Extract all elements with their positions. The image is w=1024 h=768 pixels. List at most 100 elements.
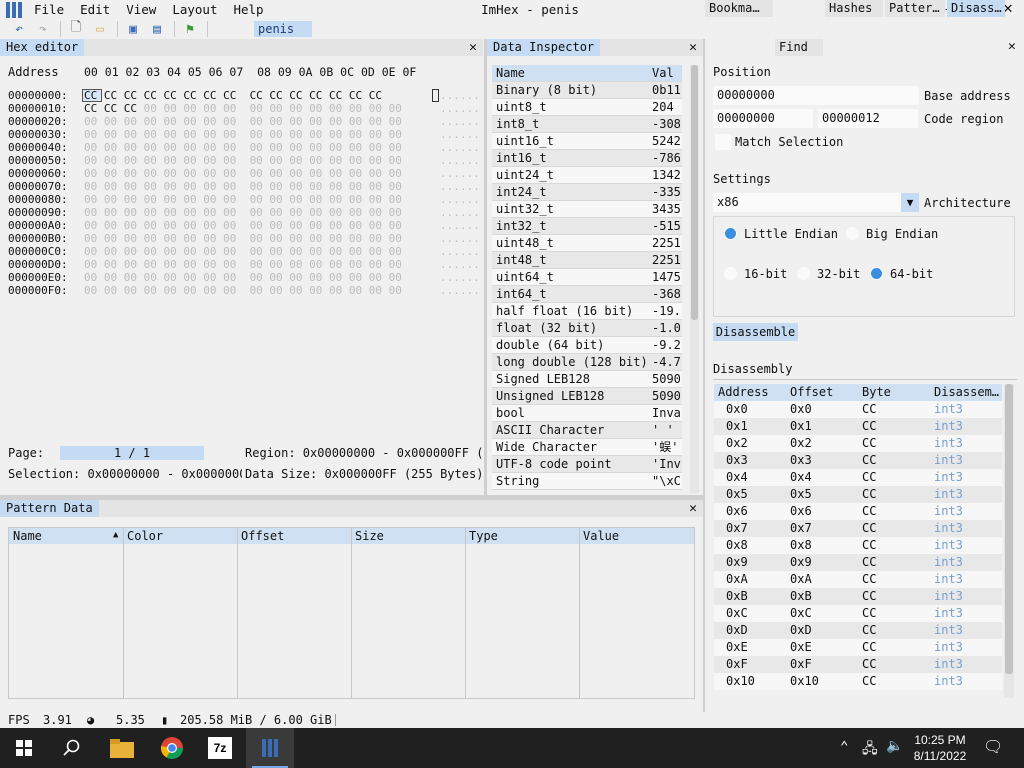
hex-row[interactable]: 000000E0: 00 00 00 00 00 00 00 00 00 00 0… xyxy=(8,271,480,284)
menu-edit[interactable]: Edit xyxy=(80,2,110,17)
inspector-row[interactable]: Signed LEB128 5090 xyxy=(492,371,682,388)
close-hex-editor-icon[interactable]: ✕ xyxy=(469,39,477,56)
hex-row[interactable]: 00000080: 00 00 00 00 00 00 00 00 00 00 0… xyxy=(8,193,480,206)
inspector-scroll-thumb[interactable] xyxy=(691,65,698,320)
disassembly-row[interactable]: 0x4 0x4 CC int3 xyxy=(714,469,1002,486)
hex-row-bytes[interactable]: 00 00 00 00 00 00 00 00 00 00 00 00 00 0… xyxy=(84,271,402,284)
pattern-col-value[interactable]: Value xyxy=(583,528,619,544)
hex-row-ascii[interactable]: ...... xyxy=(440,219,480,232)
hex-row-ascii[interactable]: ...... xyxy=(440,180,480,193)
menu-help[interactable]: Help xyxy=(233,2,263,17)
hex-row-ascii[interactable]: ...... xyxy=(440,206,480,219)
hex-row[interactable]: 00000070: 00 00 00 00 00 00 00 00 00 00 0… xyxy=(8,180,480,193)
disassembly-row[interactable]: 0xB 0xB CC int3 xyxy=(714,588,1002,605)
inspector-row-value[interactable]: Inva xyxy=(652,405,682,422)
inspector-row-value[interactable]: 204 xyxy=(652,99,682,116)
hex-row-bytes[interactable]: 00 00 00 00 00 00 00 00 00 00 00 00 00 0… xyxy=(84,115,402,128)
inspector-row[interactable]: uint24_t 1342 xyxy=(492,167,682,184)
inspector-row[interactable]: ASCII Character ' ' xyxy=(492,422,682,439)
hex-row-bytes[interactable]: 00 00 00 00 00 00 00 00 00 00 00 00 00 0… xyxy=(84,180,402,193)
search-icon[interactable] xyxy=(48,728,96,768)
hex-row[interactable]: 000000C0: 00 00 00 00 00 00 00 00 00 00 0… xyxy=(8,245,480,258)
inspector-row-value[interactable]: 2251 xyxy=(652,235,682,252)
pattern-col-name[interactable]: Name xyxy=(13,528,42,544)
inspector-row-value[interactable]: -1.0 xyxy=(652,320,682,337)
undo-icon[interactable]: ↶ xyxy=(10,21,28,37)
hex-editor-title[interactable]: Hex editor xyxy=(0,39,85,56)
hex-row-ascii[interactable]: ...... xyxy=(440,154,480,167)
big-endian-radio[interactable] xyxy=(846,227,859,240)
hex-row-ascii[interactable]: ...... xyxy=(440,128,480,141)
code-region-end-input[interactable]: 00000012 xyxy=(818,109,918,128)
architecture-select[interactable]: x86 xyxy=(713,193,919,212)
inspector-row[interactable]: int48_t 2251 xyxy=(492,252,682,269)
hex-row[interactable]: 00000010: CC CC CC 00 00 00 00 00 00 00 0… xyxy=(8,102,480,115)
inspector-row-value[interactable]: -308 xyxy=(652,116,682,133)
dis-col-byte[interactable]: Byte xyxy=(862,384,891,401)
inspector-row-value[interactable]: -368 xyxy=(652,286,682,303)
tab-bookmarks[interactable]: Bookma… xyxy=(705,0,773,17)
data-inspector-title[interactable]: Data Inspector xyxy=(487,39,601,56)
inspector-row[interactable]: uint32_t 3435 xyxy=(492,201,682,218)
inspector-row-value[interactable]: '蜈' xyxy=(652,439,682,456)
tab-find[interactable]: Find xyxy=(775,39,823,56)
hex-row-ascii[interactable]: ...... xyxy=(440,115,480,128)
menu-file[interactable]: File xyxy=(34,2,64,17)
hex-row[interactable]: 000000F0: 00 00 00 00 00 00 00 00 00 00 0… xyxy=(8,284,480,297)
hex-row[interactable]: 00000050: 00 00 00 00 00 00 00 00 00 00 0… xyxy=(8,154,480,167)
inspector-row[interactable]: float (32 bit) -1.0 xyxy=(492,320,682,337)
inspector-row[interactable]: Wide Character '蜈' xyxy=(492,439,682,456)
inspector-row-value[interactable]: 5090 xyxy=(652,371,682,388)
hex-row-bytes[interactable]: 00 00 00 00 00 00 00 00 00 00 00 00 00 0… xyxy=(84,206,402,219)
inspector-row[interactable]: uint48_t 2251 xyxy=(492,235,682,252)
pattern-col-divider[interactable] xyxy=(465,528,466,698)
inspector-row-value[interactable]: 5242 xyxy=(652,133,682,150)
inspector-row[interactable]: bool Inva xyxy=(492,405,682,422)
disassemble-button[interactable]: Disassemble xyxy=(713,323,798,341)
imhex-taskbar-icon[interactable] xyxy=(246,728,294,768)
pattern-col-size[interactable]: Size xyxy=(355,528,384,544)
base-address-input[interactable]: 00000000 xyxy=(713,86,919,105)
hex-row[interactable]: 000000A0: 00 00 00 00 00 00 00 00 00 00 0… xyxy=(8,219,480,232)
inspector-row[interactable]: String "\xC xyxy=(492,473,682,490)
tab-disassembler[interactable]: Disass… xyxy=(947,0,1005,17)
pattern-col-divider[interactable] xyxy=(123,528,124,698)
hex-row-bytes[interactable]: CC CC CC CC CC CC CC CC CC CC CC CC CC C… xyxy=(84,89,382,102)
inspector-row[interactable]: uint8_t 204 xyxy=(492,99,682,116)
inspector-col-name[interactable]: Name xyxy=(496,65,648,82)
disassembly-row[interactable]: 0x0 0x0 CC int3 xyxy=(714,401,1002,418)
16-bit-radio[interactable] xyxy=(724,267,737,280)
hex-row[interactable]: 000000B0: 00 00 00 00 00 00 00 00 00 00 0… xyxy=(8,232,480,245)
hex-row-bytes[interactable]: 00 00 00 00 00 00 00 00 00 00 00 00 00 0… xyxy=(84,128,402,141)
inspector-row-value[interactable]: ' ' xyxy=(652,422,682,439)
32-bit-radio[interactable] xyxy=(797,267,810,280)
7zip-icon[interactable]: 7z xyxy=(196,728,244,768)
hex-row-bytes[interactable]: CC CC CC 00 00 00 00 00 00 00 00 00 00 0… xyxy=(84,102,402,115)
pattern-col-divider[interactable] xyxy=(351,528,352,698)
disassembly-row[interactable]: 0x9 0x9 CC int3 xyxy=(714,554,1002,571)
right-splitter[interactable] xyxy=(703,39,705,712)
hex-row-bytes[interactable]: 00 00 00 00 00 00 00 00 00 00 00 00 00 0… xyxy=(84,258,402,271)
network-icon[interactable]: 🖧 xyxy=(862,738,878,762)
inspector-row-value[interactable]: 1475 xyxy=(652,269,682,286)
hex-row-bytes[interactable]: 00 00 00 00 00 00 00 00 00 00 00 00 00 0… xyxy=(84,193,402,206)
code-region-start-input[interactable]: 00000000 xyxy=(713,109,813,128)
hex-row[interactable]: 000000D0: 00 00 00 00 00 00 00 00 00 00 0… xyxy=(8,258,480,271)
inspector-row[interactable]: int8_t -308 xyxy=(492,116,682,133)
inspector-row-value[interactable]: -786 xyxy=(652,150,682,167)
disassembly-row[interactable]: 0xC 0xC CC int3 xyxy=(714,605,1002,622)
new-file-icon[interactable]: 🗋 xyxy=(67,20,85,37)
hex-row[interactable]: 00000020: 00 00 00 00 00 00 00 00 00 00 0… xyxy=(8,115,480,128)
splitter[interactable] xyxy=(484,39,487,495)
inspector-scrollbar[interactable] xyxy=(690,65,699,493)
disassembly-row[interactable]: 0xD 0xD CC int3 xyxy=(714,622,1002,639)
hex-row[interactable]: 00000030: 00 00 00 00 00 00 00 00 00 00 0… xyxy=(8,128,480,141)
inspector-row-value[interactable]: -515 xyxy=(652,218,682,235)
pattern-col-color[interactable]: Color xyxy=(127,528,163,544)
hex-row-ascii[interactable]: ...... xyxy=(440,141,480,154)
inspector-row-value[interactable]: -4.7 xyxy=(652,354,682,371)
speaker-icon[interactable]: 🔈 xyxy=(886,738,903,754)
tab-hashes[interactable]: Hashes xyxy=(825,0,883,17)
hex-row-bytes[interactable]: 00 00 00 00 00 00 00 00 00 00 00 00 00 0… xyxy=(84,232,402,245)
inspector-row[interactable]: uint64_t 1475 xyxy=(492,269,682,286)
